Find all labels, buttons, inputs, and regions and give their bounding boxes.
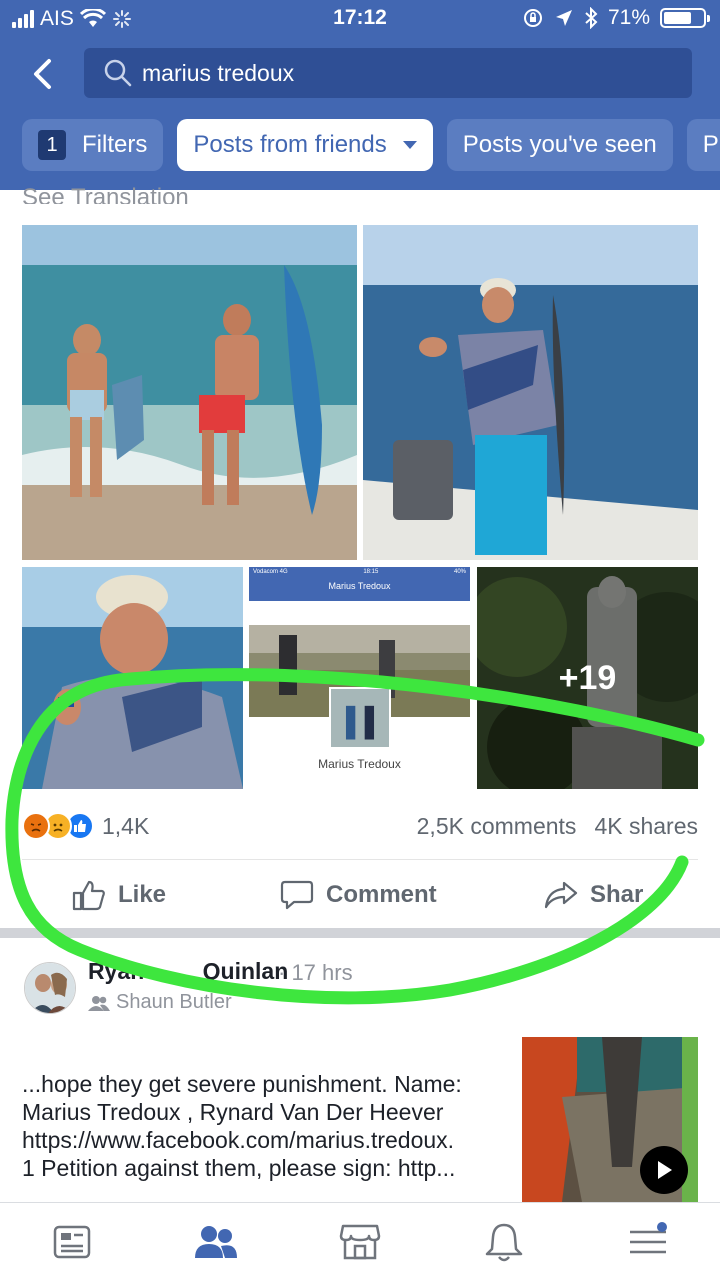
comment-label: Comment (326, 881, 437, 908)
posts-youve-seen-chip[interactable]: Posts you've seen (446, 119, 673, 171)
tab-friends[interactable] (192, 1219, 240, 1265)
shares-count-link[interactable]: 4K shares (594, 813, 698, 840)
menu-icon (630, 1222, 667, 1254)
screenshot-battery: 40% (453, 569, 466, 575)
chevron-left-icon (34, 59, 51, 89)
comment-bubble-icon (280, 880, 314, 910)
filters-chip[interactable]: 1 Filters (22, 119, 164, 171)
app-header: AIS 17:12 71% marius tredoux 1 Filters P… (0, 0, 720, 190)
post-divider (22, 859, 698, 860)
share-label: Shar (590, 881, 644, 908)
post-photo-more[interactable]: +19 (477, 567, 698, 789)
post-timestamp[interactable]: · 17 hrs (278, 960, 353, 986)
search-icon (104, 59, 132, 87)
screenshot-caption: Marius Tredoux (318, 757, 401, 771)
tab-menu[interactable] (624, 1219, 672, 1265)
post-author-name[interactable]: Ryan Quinlan (88, 958, 288, 985)
caret-down-icon (402, 141, 417, 149)
feed-separator (0, 928, 720, 938)
reaction-count: 1,4K (102, 812, 150, 839)
post-photo-screenshot[interactable]: Vodacom 4G 18:15 40% Marius Tredoux Mari… (249, 567, 470, 789)
post-text-line: ...hope they get severe punishment. Name… (22, 1071, 462, 1097)
screenshot-carrier: Vodacom 4G (253, 569, 288, 575)
screenshot-title: Marius Tredoux (328, 581, 391, 591)
comments-count-link[interactable]: 2,5K comments (417, 813, 577, 840)
avatar[interactable] (24, 962, 76, 1014)
author-first-name: Ryan (88, 958, 145, 984)
post-text-link-line[interactable]: https://www.facebook.com/marius.tredoux. (22, 1126, 512, 1154)
rotation-lock-icon (523, 9, 542, 27)
more-filters-label: P (702, 131, 719, 158)
post-subline: Shaun Butler (88, 991, 232, 1014)
post-text: ...hope they get severe punishment. Name… (22, 1070, 512, 1182)
like-label: Like (118, 881, 167, 908)
filters-chip-label: Filters (82, 131, 148, 158)
status-bar: AIS 17:12 71% (0, 0, 720, 40)
reaction-icons (22, 812, 94, 840)
thumbs-up-icon (72, 880, 105, 911)
friends-icon (195, 1226, 237, 1258)
subline-text[interactable]: Shaun Butler (116, 991, 232, 1014)
battery-percent: 71% (607, 6, 650, 29)
marketplace-icon (339, 1224, 381, 1260)
screenshot-time: 18:15 (363, 569, 379, 575)
news-feed-icon (53, 1225, 91, 1259)
post-actions-bar: Like Comment Shar (0, 862, 720, 928)
video-thumbnail[interactable] (522, 1037, 698, 1202)
post-text-line: Marius Tredoux , Rynard Van Der Heever (22, 1099, 444, 1125)
search-input[interactable]: marius tredoux (84, 48, 692, 98)
see-translation-link[interactable]: See Translation (22, 178, 189, 204)
back-button[interactable] (22, 52, 62, 96)
posts-youve-seen-label: Posts you've seen (462, 131, 657, 158)
share-button[interactable]: Shar (544, 880, 643, 910)
tab-news-feed[interactable] (48, 1219, 96, 1265)
comment-button[interactable]: Comment (280, 879, 437, 911)
reactions-summary-row[interactable]: 1,4K 2,5K comments 4K shares (22, 806, 698, 846)
more-photos-overlay: +19 (477, 567, 698, 789)
angry-reaction-icon (22, 812, 50, 840)
bluetooth-icon (585, 7, 598, 29)
notifications-icon (485, 1223, 523, 1262)
filters-count-badge: 1 (38, 130, 66, 160)
screenshot-status-bar: Vodacom 4G 18:15 40% (249, 567, 470, 577)
post-photo-beach[interactable] (22, 225, 357, 560)
post-text-line: 1 Petition against them, please sign: ht… (22, 1155, 456, 1181)
location-icon (555, 10, 572, 26)
bottom-tab-bar (0, 1202, 720, 1280)
search-query-text: marius tredoux (142, 59, 295, 86)
posts-from-friends-chip[interactable]: Posts from friends (177, 119, 433, 171)
play-button[interactable] (640, 1146, 688, 1194)
post-photo-closeup[interactable] (22, 567, 243, 789)
post-photo-fish[interactable] (363, 225, 698, 560)
tab-marketplace[interactable] (336, 1219, 384, 1265)
battery-icon (660, 8, 710, 28)
play-icon (658, 1161, 672, 1179)
filter-chips: 1 Filters Posts from friends Posts you'v… (22, 119, 720, 171)
tab-notifications[interactable] (480, 1219, 528, 1265)
friends-icon (88, 995, 110, 1011)
more-filters-chip[interactable]: P (686, 119, 720, 171)
share-arrow-icon (544, 881, 578, 909)
posts-from-friends-label: Posts from friends (193, 131, 387, 158)
like-button[interactable]: Like (72, 879, 166, 911)
author-last-name: Quinlan (202, 958, 289, 984)
